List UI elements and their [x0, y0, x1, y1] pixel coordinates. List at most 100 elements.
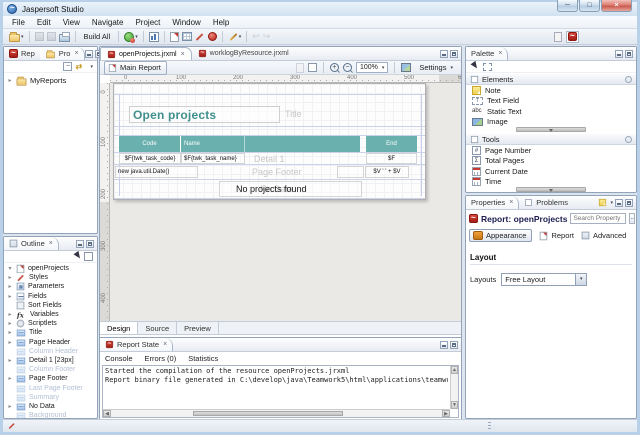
close-tab-icon[interactable]: ×	[498, 50, 502, 57]
back-button[interactable]: ↩	[252, 31, 260, 43]
outline-tree-item[interactable]: ▸ Page Header	[4, 338, 97, 347]
maximize-view-icon[interactable]	[450, 50, 458, 58]
zoom-level-combo[interactable]: 100% ▾	[356, 62, 388, 73]
pin-icon[interactable]	[625, 136, 632, 143]
menu-item[interactable]: File	[6, 17, 31, 28]
pin-icon[interactable]	[625, 76, 632, 83]
outline-tree-item[interactable]: ▸ Fields	[4, 292, 97, 301]
scrollbar-thumb[interactable]	[193, 411, 343, 416]
close-button[interactable]: ×	[601, 0, 632, 12]
vertical-scrollbar[interactable]: ▲ ▼	[450, 366, 458, 409]
main-report-button[interactable]: Main Report	[104, 61, 167, 75]
outline-tree-item[interactable]: ▸ Variables	[4, 310, 97, 319]
design-canvas[interactable]: Open projects Title Code Name End $F{twk…	[110, 83, 461, 321]
expand-arrow-icon[interactable]: ▾	[7, 265, 13, 272]
column-header-code[interactable]: Code	[119, 141, 180, 147]
maximize-view-icon[interactable]	[625, 50, 633, 58]
tab-project-explorer[interactable]: Pro ×	[40, 47, 85, 60]
footer-date-field[interactable]: new java.util.Date()	[115, 166, 198, 178]
outline-tree-item[interactable]: Summary	[4, 393, 97, 402]
report-page[interactable]: Open projects Title Code Name End $F{twk…	[113, 83, 426, 200]
menu-item[interactable]: Project	[129, 17, 166, 28]
column-header-end[interactable]: End	[366, 141, 417, 147]
editor-tab-openprojects[interactable]: openProjects.jrxml ×	[100, 47, 192, 60]
run-external-tools-button[interactable]: ▾	[124, 31, 138, 43]
expand-arrow-icon[interactable]: ▸	[7, 293, 13, 300]
detail-field-name[interactable]: $F{twk_task_name}	[181, 153, 245, 164]
outline-tree-item[interactable]: Sort Fields	[4, 301, 97, 310]
maximize-view-icon[interactable]	[625, 199, 633, 207]
palette-item[interactable]: Total Pages	[466, 156, 636, 167]
palette-item[interactable]: Note	[466, 85, 636, 96]
scroll-hint[interactable]	[466, 187, 636, 193]
footer-page-field[interactable]	[337, 166, 364, 178]
expand-arrow-icon[interactable]: ▸	[7, 320, 13, 327]
no-data-text-element[interactable]: No projects found	[236, 184, 307, 194]
search-options-button[interactable]: ..	[629, 213, 634, 224]
expand-arrow-icon[interactable]: ▸	[7, 77, 13, 84]
search-property-input[interactable]	[570, 213, 626, 224]
zoom-in-icon[interactable]: +	[330, 63, 339, 72]
outline-tree-item[interactable]: ▾ openProjects	[4, 264, 97, 273]
outline-tree-item[interactable]: ▸ Scriptlets	[4, 319, 97, 328]
report-mode-button[interactable]: Report	[539, 231, 574, 241]
maximize-view-icon[interactable]	[450, 341, 458, 349]
outline-tree-item[interactable]: ▸ Title	[4, 328, 97, 337]
minimize-view-icon[interactable]	[440, 50, 448, 58]
outline-tree-item[interactable]: ▸ Parameters	[4, 282, 97, 291]
minimize-view-icon[interactable]	[615, 50, 623, 58]
expand-arrow-icon[interactable]: ▸	[7, 283, 13, 290]
build-all-button[interactable]: Build All	[81, 31, 114, 43]
column-header-name[interactable]: Name	[184, 141, 200, 147]
appearance-mode-button[interactable]: Appearance	[469, 229, 532, 242]
page-format-icon[interactable]	[296, 63, 304, 73]
report-title-element[interactable]: Open projects	[129, 106, 280, 123]
vertical-ruler[interactable]: 0100200300400	[100, 83, 110, 321]
layout-select[interactable]: Free Layout ▾	[501, 273, 587, 286]
view-menu-icon[interactable]: ▾	[90, 64, 93, 70]
open-perspective-button[interactable]	[554, 31, 562, 43]
minimize-view-icon[interactable]	[76, 240, 84, 248]
horizontal-ruler[interactable]: 0100200300400500600	[110, 75, 461, 83]
scroll-up-icon[interactable]: ▲	[451, 366, 458, 374]
menu-item[interactable]: Edit	[31, 17, 57, 28]
minimize-button[interactable]: ─	[557, 0, 578, 12]
close-tab-icon[interactable]: ×	[163, 341, 167, 348]
horizontal-scrollbar[interactable]: ◀ ▶	[103, 409, 450, 417]
print-button[interactable]	[59, 31, 70, 43]
scroll-down-icon[interactable]: ▼	[451, 401, 458, 409]
maximize-view-icon[interactable]	[86, 240, 94, 248]
outline-tree-item[interactable]: ▸ Styles	[4, 273, 97, 282]
tab-outline[interactable]: Outline ×	[4, 237, 59, 250]
palette-item[interactable]: Time	[466, 177, 636, 188]
link-with-editor-icon[interactable]: ⇄	[75, 62, 86, 71]
collapse-all-icon[interactable]: −	[63, 62, 72, 71]
scroll-left-icon[interactable]: ◀	[103, 410, 111, 417]
tab-repository[interactable]: Rep	[4, 47, 40, 60]
expand-arrow-icon[interactable]: ▸	[7, 403, 13, 410]
outline-tree-item[interactable]: Column Header	[4, 347, 97, 356]
marquee-tool-icon[interactable]	[483, 63, 492, 71]
outline-tree-item[interactable]: ▸ Page Footer	[4, 374, 97, 383]
new-wizard-button[interactable]: ▾	[9, 31, 24, 43]
tab-source[interactable]: Source	[138, 322, 177, 334]
status-grip[interactable]	[488, 422, 491, 430]
footer-page-expr-field[interactable]: $V ' ' + $V	[365, 166, 409, 178]
edit-report-button[interactable]	[195, 31, 205, 43]
expand-arrow-icon[interactable]: ▸	[7, 357, 13, 364]
palette-section-elements[interactable]: Elements	[466, 73, 636, 85]
dataset-button[interactable]	[182, 31, 192, 43]
report-state-section-link[interactable]: Statistics	[188, 354, 218, 363]
chart-tool-button[interactable]	[149, 31, 159, 43]
tab-design[interactable]: Design	[100, 322, 138, 334]
close-tab-icon[interactable]: ×	[49, 240, 53, 247]
expand-arrow-icon[interactable]: ▸	[7, 311, 13, 318]
menu-item[interactable]: Window	[166, 17, 206, 28]
save-button[interactable]	[35, 31, 44, 43]
scroll-right-icon[interactable]: ▶	[442, 410, 450, 417]
report-state-section-link[interactable]: Console	[105, 354, 133, 363]
compile-report-button[interactable]	[170, 31, 179, 43]
tree-item-myreports[interactable]: ▸ MyReports	[4, 75, 97, 86]
settings-combo[interactable]: Settings ▾	[415, 62, 457, 73]
view-menu-icon[interactable]: ▾	[610, 200, 613, 206]
